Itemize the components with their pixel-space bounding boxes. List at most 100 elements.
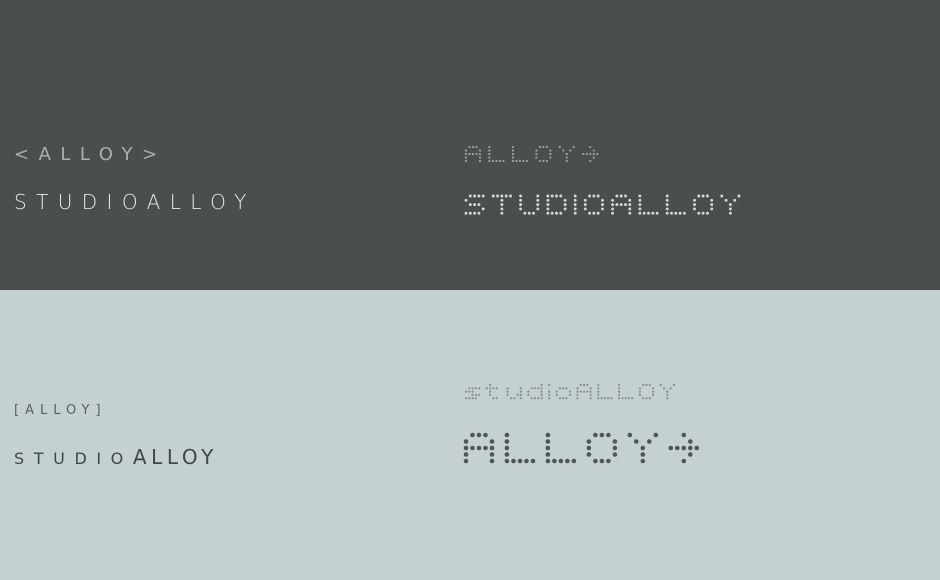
dot: [572, 145, 575, 149]
dot: [675, 445, 680, 451]
dot: [463, 439, 469, 444]
dot: [606, 458, 611, 464]
dot: [476, 445, 482, 451]
dot: [489, 445, 495, 451]
dot: [540, 397, 543, 400]
dot: [652, 393, 655, 396]
dot: [463, 452, 469, 457]
dot: [571, 458, 577, 464]
dot: [537, 387, 540, 390]
dot: [672, 383, 676, 387]
dot: [586, 390, 589, 393]
dot: [555, 390, 558, 393]
dot: [682, 211, 686, 215]
dot: [464, 397, 468, 400]
dot: [583, 198, 587, 202]
dot: [549, 149, 552, 152]
dot: [536, 207, 540, 211]
dot: [470, 445, 475, 451]
dot: [596, 211, 600, 215]
dot: [527, 390, 530, 393]
dot: [495, 397, 498, 400]
dot: [545, 432, 551, 438]
dot: [579, 383, 582, 387]
dot: [576, 397, 579, 400]
dot: [477, 194, 481, 198]
dot: [565, 397, 568, 400]
dot: [548, 383, 551, 387]
dot: [638, 390, 642, 393]
dot: [471, 387, 474, 390]
dot: [500, 198, 504, 202]
dot: [601, 198, 604, 202]
dot: [506, 393, 509, 396]
dot: [523, 211, 527, 215]
dot: [555, 194, 558, 198]
dot: [489, 393, 492, 396]
dot: [471, 152, 475, 156]
dot: [720, 194, 724, 198]
dot: [596, 194, 600, 198]
dot: [628, 211, 632, 215]
dot: [535, 152, 538, 156]
dot: [638, 194, 642, 198]
dot: [705, 194, 709, 198]
dot: [688, 452, 693, 457]
dot: [582, 152, 585, 156]
dot: [589, 145, 592, 149]
dot: [728, 203, 732, 207]
dot: [519, 390, 522, 393]
dot: [513, 397, 516, 400]
dot: [693, 207, 696, 211]
dot: [593, 458, 598, 464]
dot: [618, 387, 621, 390]
dot: [533, 397, 537, 400]
dot: [488, 149, 491, 152]
dot: [516, 393, 519, 396]
dot: [645, 383, 648, 387]
dot: [519, 397, 522, 400]
dot: [597, 390, 600, 393]
dot: [652, 390, 655, 393]
dot: [592, 194, 596, 198]
dot: [693, 198, 696, 202]
dot: [640, 445, 646, 451]
dot: [576, 387, 579, 390]
dot: [540, 383, 543, 387]
dot: [668, 445, 674, 451]
dot: [550, 211, 554, 215]
dot-wordmark-alloy-dark: [464, 145, 599, 163]
dot: [511, 458, 516, 464]
dot: [504, 432, 510, 438]
dot: [565, 387, 568, 390]
dot: [558, 458, 564, 464]
dot: [640, 452, 646, 457]
dot: [710, 207, 714, 211]
dot: [549, 152, 552, 156]
dot: [638, 198, 642, 202]
dot: [642, 383, 645, 387]
dot: [638, 387, 642, 390]
dot: [670, 211, 673, 215]
dot: [589, 159, 592, 163]
dot: [518, 159, 522, 163]
dot: [545, 458, 551, 464]
dot: [606, 432, 611, 438]
dot: [619, 203, 623, 207]
dot: [504, 194, 508, 198]
dot: [651, 211, 655, 215]
dot: [665, 207, 669, 211]
dot: [559, 194, 563, 198]
dot: [525, 159, 529, 163]
dot: [612, 445, 618, 451]
dot: [593, 432, 598, 438]
dot: [607, 397, 610, 400]
dot: [468, 397, 471, 400]
dot: [478, 156, 482, 159]
dot-wordmark-alloy-light: [463, 432, 700, 464]
dot: [611, 198, 615, 202]
dot: [568, 390, 572, 393]
dot: [491, 159, 495, 163]
dot: [642, 211, 646, 215]
dot: [471, 390, 474, 393]
